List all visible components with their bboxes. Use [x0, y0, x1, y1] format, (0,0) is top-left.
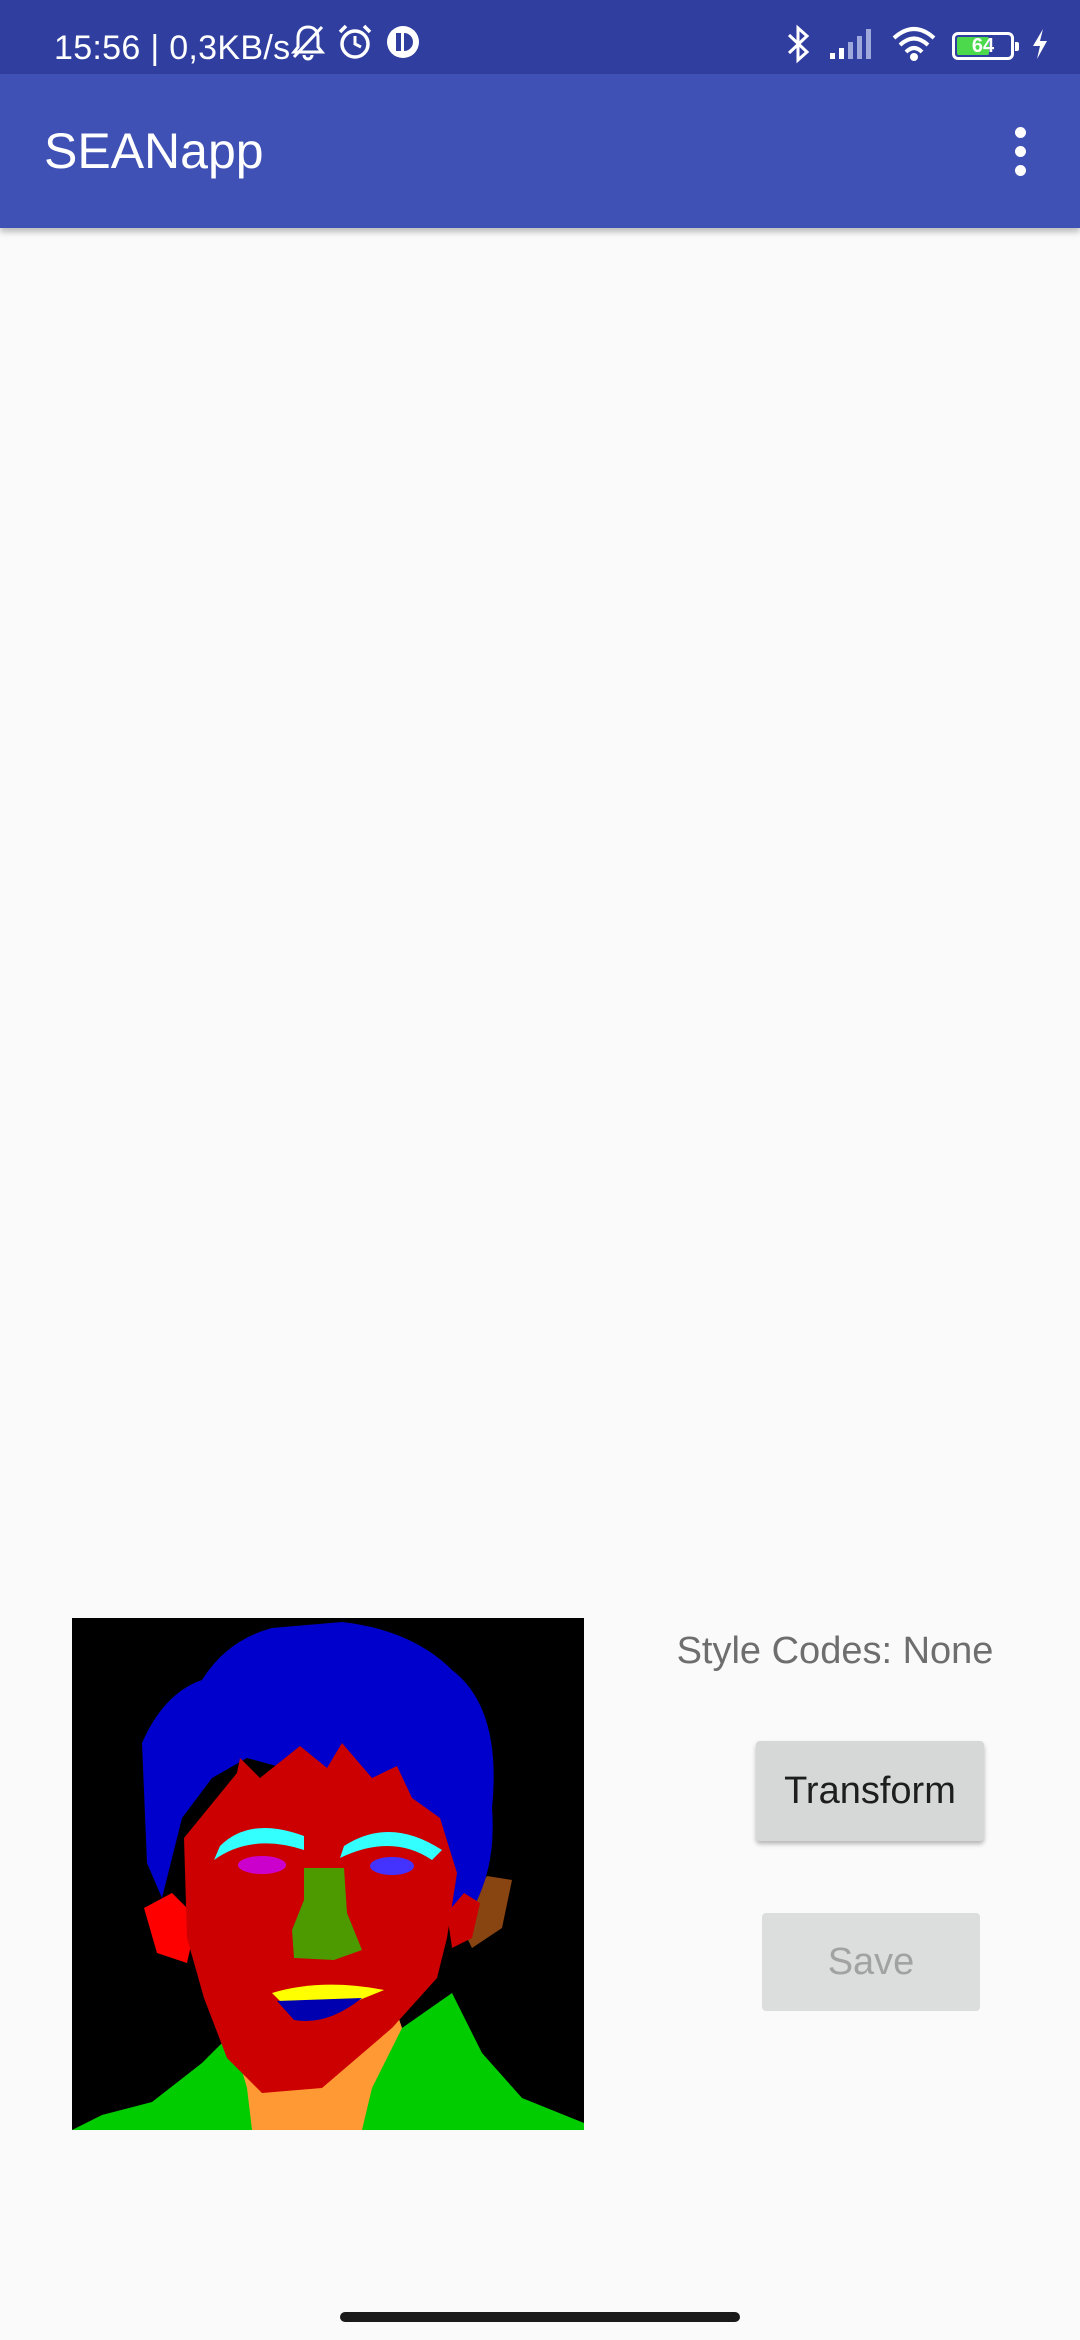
- screen: 15:56 | 0,3KB/s 64 SEANapp Style Codes: …: [0, 0, 1080, 2340]
- bell-off-icon: [290, 23, 326, 66]
- save-button[interactable]: Save: [762, 1913, 980, 2011]
- wifi-icon: [892, 26, 936, 67]
- status-left-icons: [290, 24, 422, 64]
- menu-dot: [1014, 126, 1026, 138]
- status-time-speed: 15:56 | 0,3KB/s: [54, 29, 291, 67]
- transform-button[interactable]: Transform: [756, 1741, 984, 1841]
- battery-nub: [1015, 42, 1019, 51]
- battery-icon: 64: [952, 32, 1019, 60]
- battery-level: 64: [971, 35, 995, 57]
- menu-dot: [1014, 164, 1026, 176]
- style-codes-label: Style Codes: None: [676, 1630, 994, 1672]
- overflow-menu-icon[interactable]: [980, 111, 1060, 191]
- app-bar: SEANapp: [0, 74, 1080, 228]
- status-right-icons: 64: [786, 24, 1050, 68]
- segmentation-mask-image[interactable]: [72, 1618, 584, 2130]
- alarm-icon: [336, 23, 374, 66]
- app-title: SEANapp: [44, 123, 264, 179]
- signal-icon: [828, 27, 876, 66]
- menu-dot: [1014, 145, 1026, 157]
- pie-app-icon: [384, 23, 422, 66]
- charging-icon: [1030, 27, 1050, 66]
- bluetooth-icon: [786, 24, 812, 69]
- home-indicator[interactable]: [340, 2312, 740, 2322]
- status-bar: 15:56 | 0,3KB/s 64: [0, 0, 1080, 74]
